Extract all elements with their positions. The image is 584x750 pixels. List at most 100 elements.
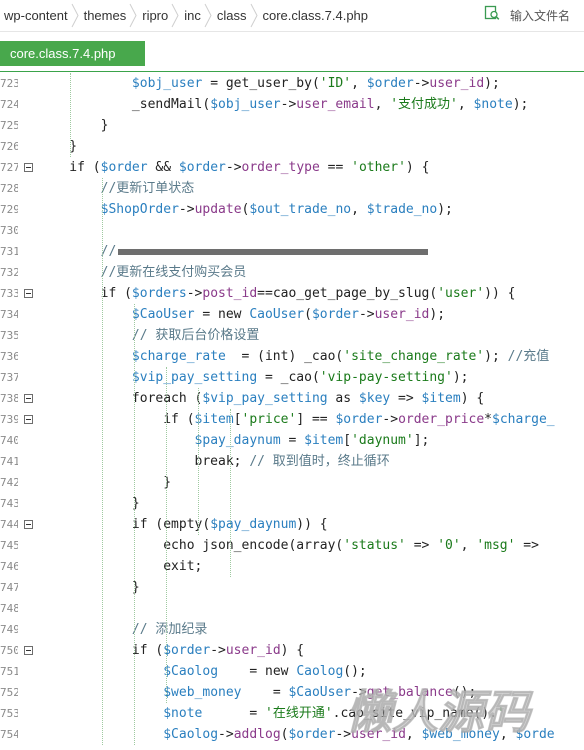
code-line[interactable]: 746 exit; xyxy=(0,556,584,577)
fold-toggle-icon[interactable] xyxy=(24,646,33,655)
code-line[interactable]: 727 if ($order && $order->order_type == … xyxy=(0,157,584,178)
code-editor[interactable]: 723 $obj_user = get_user_by('ID', $order… xyxy=(0,73,584,750)
code-text: exit; xyxy=(38,559,203,574)
code-text: if (empty($pay_daynum)) { xyxy=(38,517,328,532)
code-text: $obj_user = get_user_by('ID', $order->us… xyxy=(131,76,500,91)
line-number: 733 xyxy=(0,287,18,300)
fold-toggle-icon[interactable] xyxy=(24,394,33,403)
code-line[interactable]: 745 echo json_encode(array('status' => '… xyxy=(0,535,584,556)
line-number: 745 xyxy=(0,539,18,552)
code-line[interactable]: 744 if (empty($pay_daynum)) { xyxy=(0,514,584,535)
line-number: 727 xyxy=(0,161,18,174)
breadcrumb-item-inc[interactable]: inc xyxy=(180,8,203,23)
breadcrumb-item-class[interactable]: class xyxy=(213,8,249,23)
line-number: 731 xyxy=(0,245,18,258)
line-number: 753 xyxy=(0,707,18,720)
code-text: if ($orders->post_id==cao_get_page_by_sl… xyxy=(38,286,516,301)
code-text: // 添加纪录 xyxy=(131,622,208,637)
code-text: if ($item['price'] == $order->order_pric… xyxy=(38,412,555,427)
code-line[interactable]: 741 break; // 取到值时，终止循环 xyxy=(0,451,584,472)
breadcrumb-item-ripro[interactable]: ripro xyxy=(138,8,170,23)
file-search-icon[interactable] xyxy=(484,5,500,26)
breadcrumb-item-wp-content[interactable]: wp-content xyxy=(0,8,70,23)
code-line[interactable]: 725 } xyxy=(0,115,584,136)
code-line[interactable]: 735 // 获取后台价格设置 xyxy=(0,325,584,346)
fold-toggle-icon[interactable] xyxy=(24,415,33,424)
code-line[interactable]: 743 } xyxy=(0,493,584,514)
code-text: } xyxy=(38,475,172,490)
editor-tab-bar: core.class.7.4.php xyxy=(0,32,584,72)
line-number: 725 xyxy=(0,119,18,132)
breadcrumb: wp-content themes ripro inc class core.c… xyxy=(0,0,370,31)
line-number: 748 xyxy=(0,602,18,615)
line-number: 737 xyxy=(0,371,18,384)
tab-file[interactable]: core.class.7.4.php xyxy=(0,41,145,66)
code-line[interactable]: 752 $web_money = $CaoUser->get_balance()… xyxy=(0,682,584,703)
code-line[interactable]: 737 $vip_pay_setting = _cao('vip-pay-set… xyxy=(0,367,584,388)
code-line[interactable]: 724 _sendMail($obj_user->user_email, '支付… xyxy=(0,94,584,115)
code-text: foreach ($vip_pay_setting as $key => $it… xyxy=(38,391,485,406)
code-line[interactable]: 730 xyxy=(0,220,584,241)
code-line[interactable]: 742 } xyxy=(0,472,584,493)
code-line[interactable]: 736 $charge_rate = (int) _cao('site_chan… xyxy=(0,346,584,367)
line-number: 739 xyxy=(0,413,18,426)
file-search-input[interactable]: 输入文件名 xyxy=(510,7,570,24)
code-line[interactable]: 731 // xyxy=(0,241,584,262)
code-text: _sendMail($obj_user->user_email, '支付成功',… xyxy=(38,97,529,112)
code-line[interactable]: 750 if ($order->user_id) { xyxy=(0,640,584,661)
code-line[interactable]: 732 //更新在线支付购买会员 xyxy=(0,262,584,283)
indent-guide xyxy=(134,304,135,745)
chevron-right-icon xyxy=(170,0,180,31)
chevron-right-icon xyxy=(128,0,138,31)
code-line[interactable]: 723 $obj_user = get_user_by('ID', $order… xyxy=(0,73,584,94)
breadcrumb-item-file[interactable]: core.class.7.4.php xyxy=(259,8,371,23)
code-line[interactable]: 754 $Caolog->addlog($order->user_id, $we… xyxy=(0,724,584,745)
code-text: //更新在线支付购买会员 xyxy=(100,265,247,280)
line-number: 749 xyxy=(0,623,18,636)
redacted-text xyxy=(118,248,429,255)
code-line[interactable]: 729 $ShopOrder->update($out_trade_no, $t… xyxy=(0,199,584,220)
code-text: echo json_encode(array('status' => '0', … xyxy=(38,538,547,553)
line-number: 735 xyxy=(0,329,18,342)
fold-toggle-icon[interactable] xyxy=(24,163,33,172)
line-number: 734 xyxy=(0,308,18,321)
line-number: 729 xyxy=(0,203,18,216)
code-line[interactable]: 734 $CaoUser = new CaoUser($order->user_… xyxy=(0,304,584,325)
code-line[interactable]: 753 $note = '在线开通'.cao_site_vip_name().' xyxy=(0,703,584,724)
fold-toggle-icon[interactable] xyxy=(24,289,33,298)
code-line[interactable]: 726 } xyxy=(0,136,584,157)
line-number: 724 xyxy=(0,98,18,111)
code-line[interactable]: 733 if ($orders->post_id==cao_get_page_b… xyxy=(0,283,584,304)
indent-guide xyxy=(166,367,167,703)
code-line[interactable]: 728 //更新订单状态 xyxy=(0,178,584,199)
line-number: 750 xyxy=(0,644,18,657)
fold-toggle-icon[interactable] xyxy=(24,520,33,529)
code-text: $note = '在线开通'.cao_site_vip_name().' xyxy=(163,706,505,721)
line-number: 747 xyxy=(0,581,18,594)
chevron-right-icon xyxy=(249,0,259,31)
file-search[interactable]: 输入文件名 xyxy=(484,0,570,31)
line-number: 728 xyxy=(0,182,18,195)
code-line[interactable]: 738 foreach ($vip_pay_setting as $key =>… xyxy=(0,388,584,409)
line-number: 741 xyxy=(0,455,18,468)
code-line[interactable]: 748 xyxy=(0,598,584,619)
code-line[interactable]: 749 // 添加纪录 xyxy=(0,619,584,640)
indent-guide xyxy=(198,388,199,535)
line-number: 726 xyxy=(0,140,18,153)
code-line[interactable]: 739 if ($item['price'] == $order->order_… xyxy=(0,409,584,430)
code-text: //更新订单状态 xyxy=(100,181,195,196)
code-text: $Caolog = new Caolog(); xyxy=(163,664,367,679)
code-line[interactable]: 740 $pay_daynum = $item['daynum']; xyxy=(0,430,584,451)
code-text: $CaoUser = new CaoUser($order->user_id); xyxy=(131,307,446,322)
code-text: } xyxy=(38,118,109,133)
breadcrumb-item-themes[interactable]: themes xyxy=(80,8,129,23)
line-number: 744 xyxy=(0,518,18,531)
chevron-right-icon xyxy=(203,0,213,31)
line-number: 740 xyxy=(0,434,18,447)
code-text: } xyxy=(38,496,140,511)
code-text: if ($order && $order->order_type == 'oth… xyxy=(38,160,430,175)
line-number: 746 xyxy=(0,560,18,573)
code-line[interactable]: 747 } xyxy=(0,577,584,598)
code-line[interactable]: 751 $Caolog = new Caolog(); xyxy=(0,661,584,682)
line-number: 736 xyxy=(0,350,18,363)
